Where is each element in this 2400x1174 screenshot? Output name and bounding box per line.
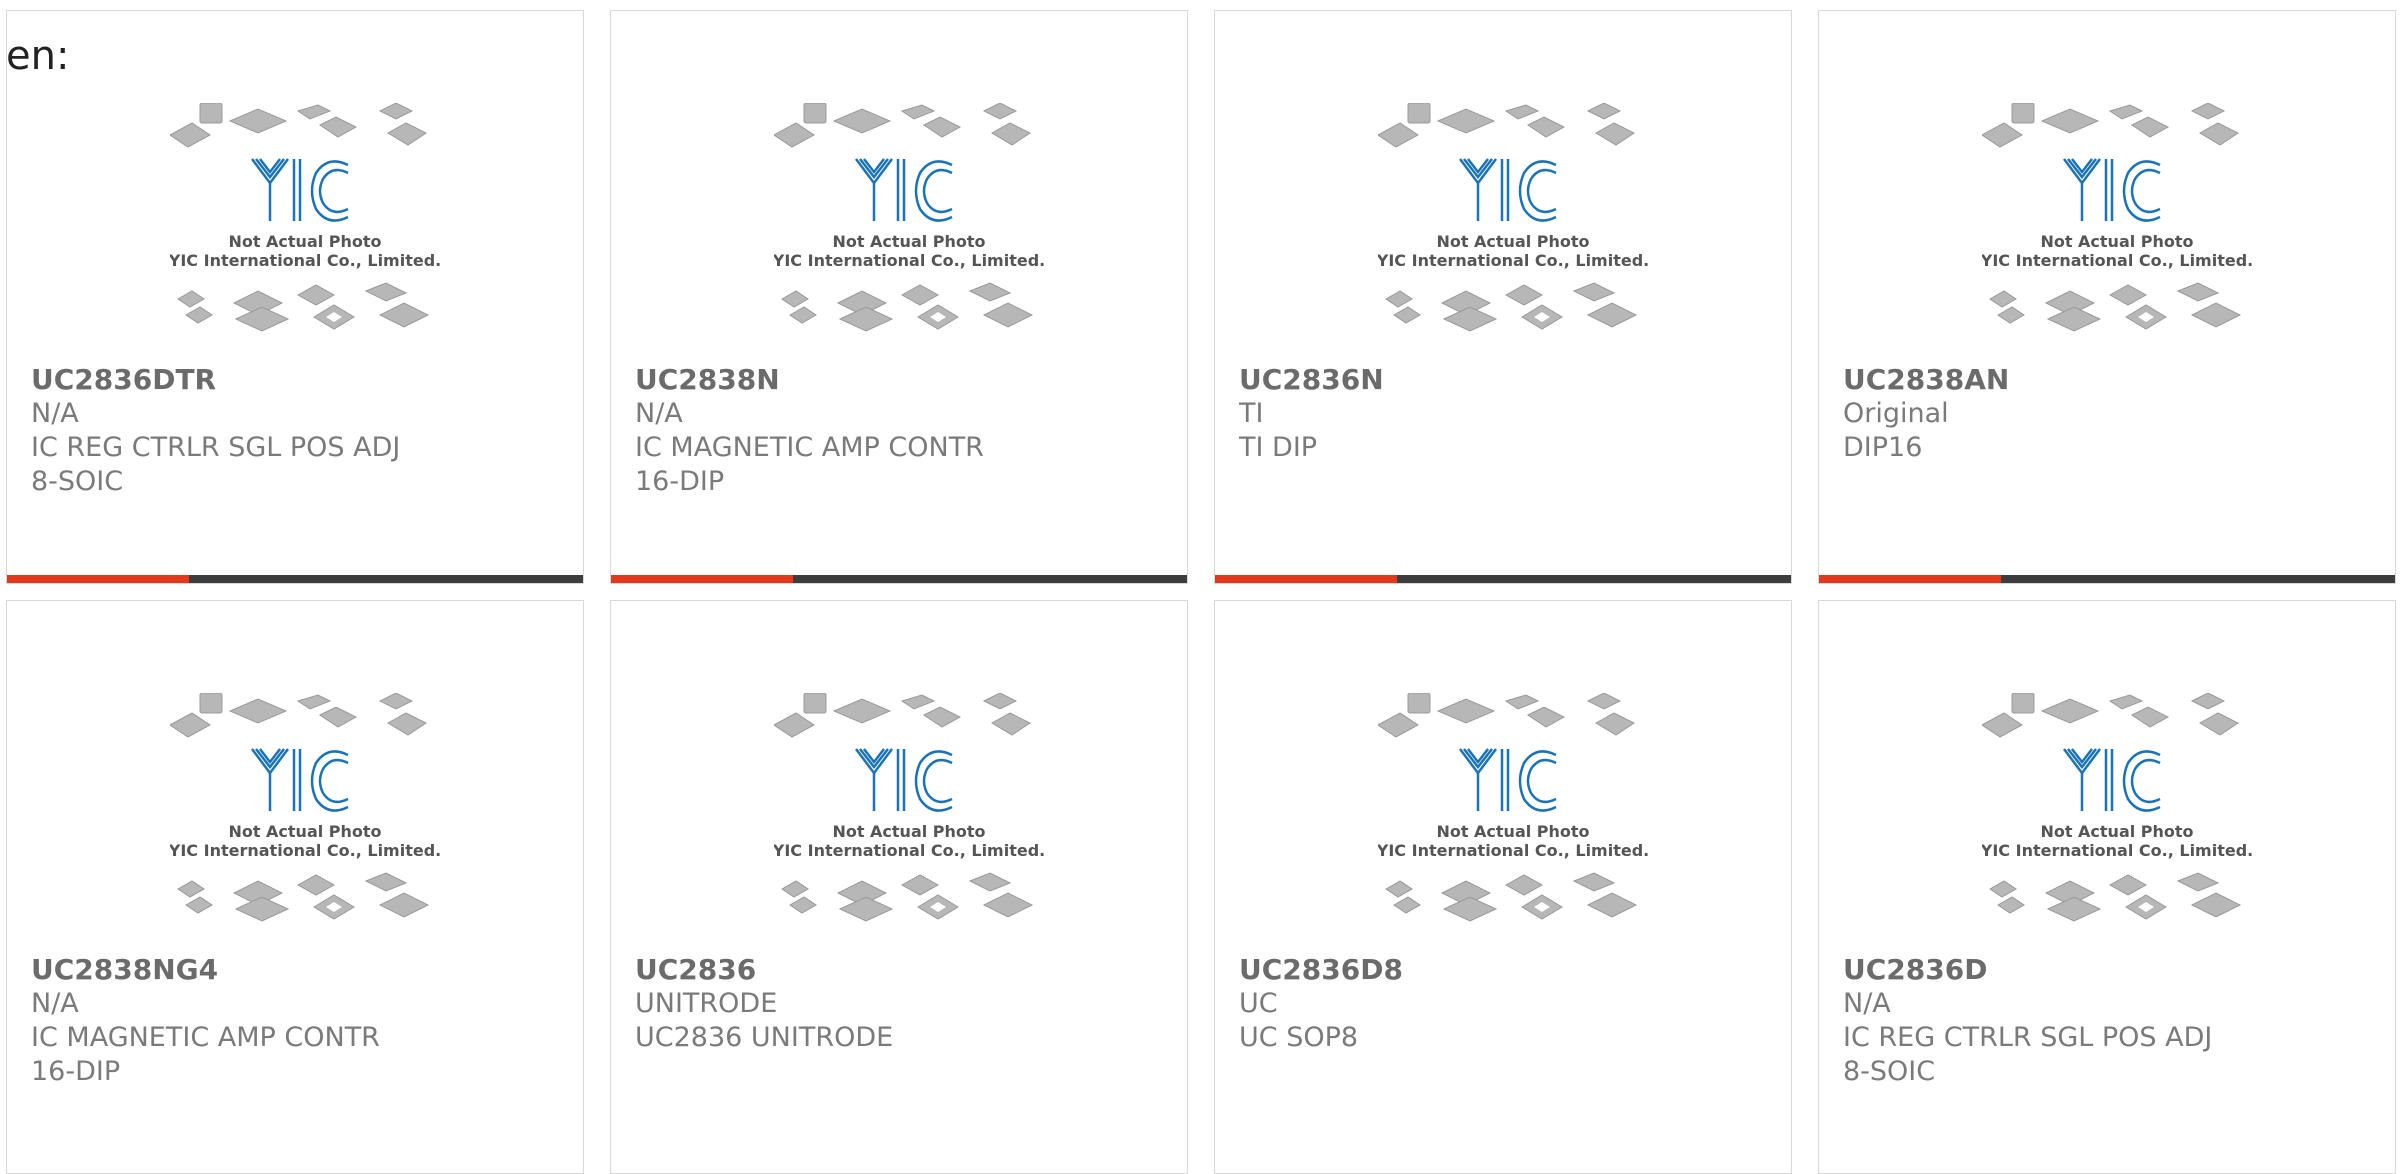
product-grid: Not Actual Photo YIC International Co., … (0, 0, 2400, 1174)
card-bar-accent (7, 575, 189, 583)
part-number[interactable]: UC2836D (1843, 953, 1987, 987)
part-number[interactable]: UC2836 (635, 953, 756, 987)
part-number[interactable]: UC2836N (1239, 363, 1384, 397)
caption-line-2: YIC International Co., Limited. (1378, 841, 1648, 860)
card-bottom-bar (1819, 575, 2395, 583)
description: TI DIP (1239, 432, 1318, 463)
description: IC MAGNETIC AMP CONTR 16-DIP (635, 432, 984, 497)
caption-line-1: Not Actual Photo (1436, 232, 1589, 251)
product-image[interactable]: Not Actual Photo YIC International Co., … (772, 102, 1045, 353)
product-image[interactable]: Not Actual Photo YIC International Co., … (1980, 102, 2253, 353)
manufacturer: N/A (635, 398, 683, 429)
product-card[interactable]: Not Actual Photo YIC International Co., … (1818, 600, 2396, 1174)
part-number[interactable]: UC2836D8 (1239, 953, 1403, 987)
description: UC2836 UNITRODE (635, 1022, 894, 1053)
product-card[interactable]: Not Actual Photo YIC International Co., … (1818, 10, 2396, 584)
description: IC REG CTRLR SGL POS ADJ 8-SOIC (1843, 1022, 2213, 1087)
caption-line-1: Not Actual Photo (228, 232, 381, 251)
caption-line-1: Not Actual Photo (2040, 232, 2193, 251)
manufacturer: UNITRODE (635, 988, 778, 1019)
product-card[interactable]: Not Actual Photo YIC International Co., … (6, 600, 584, 1174)
part-number[interactable]: UC2838AN (1843, 363, 2009, 397)
manufacturer: N/A (31, 398, 79, 429)
product-image[interactable]: Not Actual Photo YIC International Co., … (168, 692, 441, 943)
caption-line-2: YIC International Co., Limited. (1982, 841, 2252, 860)
card-bottom-bar (1215, 575, 1791, 583)
product-card[interactable]: Not Actual Photo YIC International Co., … (1214, 10, 1792, 584)
card-bar-accent (1215, 575, 1397, 583)
product-card[interactable]: Not Actual Photo YIC International Co., … (1214, 600, 1792, 1174)
product-image[interactable]: Not Actual Photo YIC International Co., … (772, 692, 1045, 943)
caption-line-1: Not Actual Photo (1436, 822, 1589, 841)
description: UC SOP8 (1239, 1022, 1359, 1053)
caption-line-1: Not Actual Photo (2040, 822, 2193, 841)
caption-line-1: Not Actual Photo (832, 232, 985, 251)
manufacturer: N/A (31, 988, 79, 1019)
product-image[interactable]: Not Actual Photo YIC International Co., … (168, 102, 441, 353)
manufacturer: Original (1843, 398, 1949, 429)
caption-line-2: YIC International Co., Limited. (774, 251, 1044, 270)
manufacturer: UC (1239, 988, 1278, 1019)
caption-line-1: Not Actual Photo (228, 822, 381, 841)
product-card[interactable]: Not Actual Photo YIC International Co., … (6, 10, 584, 584)
part-number[interactable]: UC2836DTR (31, 363, 216, 397)
card-bar-accent (611, 575, 793, 583)
product-card[interactable]: Not Actual Photo YIC International Co., … (610, 10, 1188, 584)
caption-line-2: YIC International Co., Limited. (170, 251, 440, 270)
description: DIP16 (1843, 432, 1923, 463)
card-bottom-bar (7, 575, 583, 583)
part-number[interactable]: UC2838NG4 (31, 953, 218, 987)
caption-line-2: YIC International Co., Limited. (774, 841, 1044, 860)
product-image[interactable]: Not Actual Photo YIC International Co., … (1376, 102, 1649, 353)
product-card[interactable]: Not Actual Photo YIC International Co., … (610, 600, 1188, 1174)
card-bar-accent (1819, 575, 2001, 583)
description: IC REG CTRLR SGL POS ADJ 8-SOIC (31, 432, 401, 497)
manufacturer: TI (1239, 398, 1264, 429)
product-image[interactable]: Not Actual Photo YIC International Co., … (1980, 692, 2253, 943)
caption-line-1: Not Actual Photo (832, 822, 985, 841)
manufacturer: N/A (1843, 988, 1891, 1019)
caption-line-2: YIC International Co., Limited. (1982, 251, 2252, 270)
description: IC MAGNETIC AMP CONTR 16-DIP (31, 1022, 380, 1087)
caption-line-2: YIC International Co., Limited. (1378, 251, 1648, 270)
language-label: en: (6, 33, 70, 79)
product-image[interactable]: Not Actual Photo YIC International Co., … (1376, 692, 1649, 943)
caption-line-2: YIC International Co., Limited. (170, 841, 440, 860)
part-number[interactable]: UC2838N (635, 363, 780, 397)
card-bottom-bar (611, 575, 1187, 583)
